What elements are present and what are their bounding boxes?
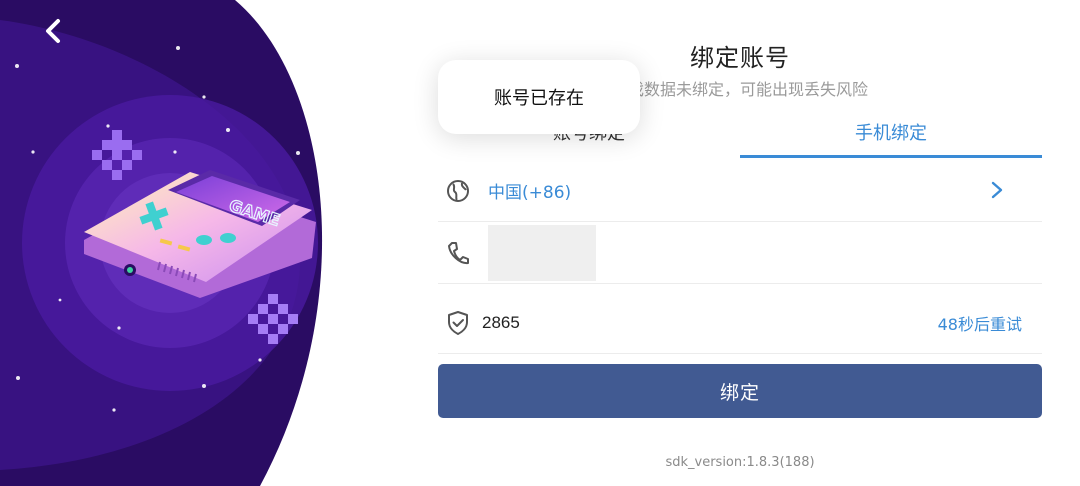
resend-code-countdown[interactable]: 48秒后重试 (938, 311, 1022, 335)
region-value: 中国(+86) (488, 183, 572, 203)
back-arrow-icon (46, 19, 60, 43)
bind-account-screen: GAME 绑定账号 游戏数据未绑定，可能出现丢失风险 手机绑定 中国(+86) … (0, 0, 1080, 486)
galaxy-illustration: GAME (0, 0, 323, 486)
bind-button[interactable]: 绑定 (438, 364, 1042, 418)
shield-check-icon (442, 307, 474, 339)
region-selector[interactable]: 中国(+86) (438, 160, 1042, 222)
verify-code-input[interactable] (482, 302, 682, 343)
verify-code-row: 48秒后重试 (438, 292, 1042, 354)
chevron-right-icon (990, 180, 1004, 204)
phone-row (438, 222, 1042, 284)
tab-phone-bind[interactable]: 手机绑定 (740, 114, 1042, 158)
sdk-version: sdk_version:1.8.3(188) (665, 455, 815, 470)
toast-message: 账号已存在 (438, 60, 640, 134)
phone-icon (442, 237, 474, 269)
globe-icon (442, 175, 474, 207)
illustration-panel: GAME (0, 0, 380, 486)
back-button[interactable] (42, 18, 82, 58)
phone-input[interactable] (488, 224, 596, 281)
